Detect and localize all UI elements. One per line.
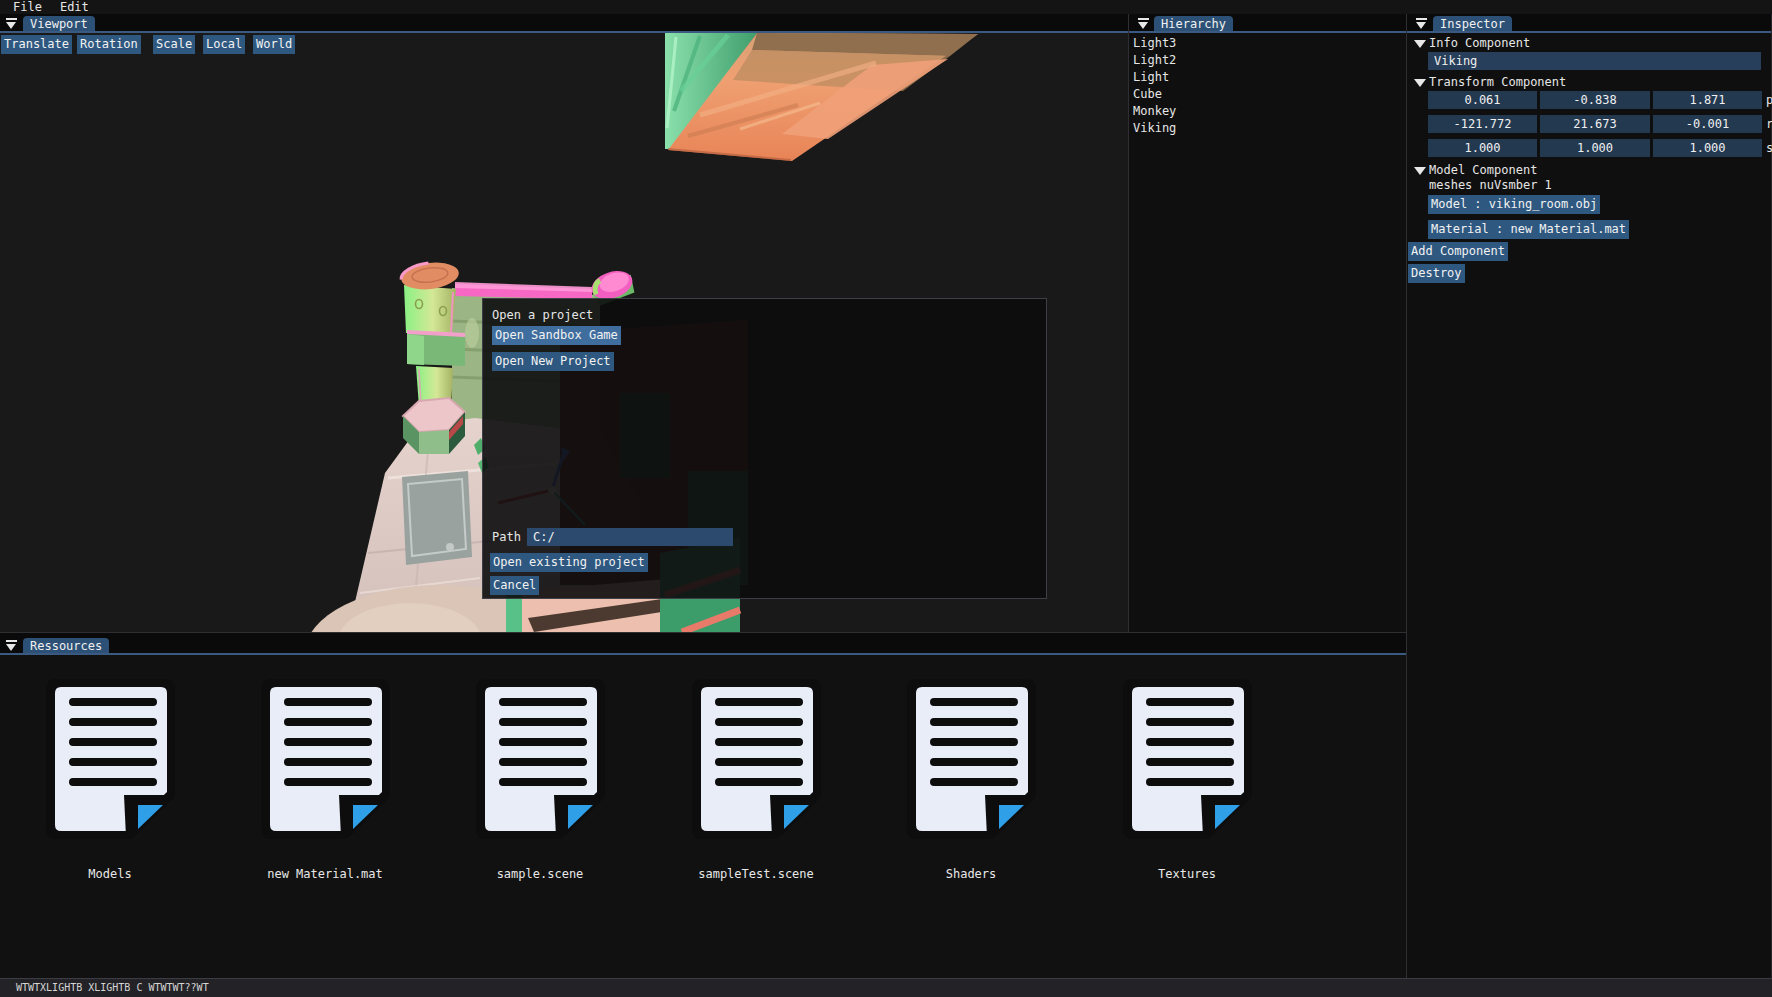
transform-r-label: r [1766,117,1772,131]
world-button[interactable]: World [253,35,295,54]
scale-button[interactable]: Scale [153,35,195,54]
open-existing-project-button[interactable]: Open existing project [490,553,648,572]
resource-label: Textures [1158,867,1216,881]
open-project-dialog: Open a project Open Sandbox Game Open Ne… [482,298,1047,599]
add-component-button[interactable]: Add Component [1408,242,1508,261]
info-component-arrow-icon[interactable] [1414,40,1426,48]
transform-s-label: s [1766,141,1772,155]
resource-label: Models [88,867,131,881]
open-sandbox-game-button[interactable]: Open Sandbox Game [492,326,621,345]
transform-pz-field[interactable]: 1.871 [1653,91,1762,109]
resource-item-textures[interactable]: Textures [1080,679,1294,889]
hierarchy-item-viking[interactable]: Viking [1133,120,1176,137]
open-new-project-button[interactable]: Open New Project [492,352,614,371]
transform-ry-field[interactable]: 21.673 [1540,115,1650,133]
hierarchy-list: Light3 Light2 Light Cube Monkey Viking [1133,35,1176,137]
resource-item-sample-scene[interactable]: sample.scene [433,679,647,889]
transform-rz-field[interactable]: -0.001 [1653,115,1762,133]
resource-item-new-material[interactable]: new Material.mat [218,679,432,889]
rotation-button[interactable]: Rotation [77,35,141,54]
path-input[interactable]: C:/ [527,528,733,546]
transform-sz-field[interactable]: 1.000 [1653,139,1762,157]
hierarchy-item-monkey[interactable]: Monkey [1133,103,1176,120]
document-icon [261,679,390,839]
status-text: WTWTXLIGHTB XLIGHTB C WTWTWT??WT [16,982,209,993]
hierarchy-item-cube[interactable]: Cube [1133,86,1176,103]
resources-tabstrip: Ressources [0,633,1406,655]
inspector-tabstrip: Inspector [1407,14,1771,33]
material-file-button[interactable]: Material : new Material.mat [1428,220,1629,239]
document-icon [1123,679,1252,839]
resource-item-models[interactable]: Models [3,679,217,889]
hierarchy-tabstrip: Hierarchy [1129,14,1406,33]
collapse-arrow-icon[interactable] [1415,18,1428,31]
meshes-count-text: meshes nuVsmber 1 [1429,178,1552,192]
resource-item-shaders[interactable]: Shaders [864,679,1078,889]
hierarchy-item-light3[interactable]: Light3 [1133,35,1176,52]
resource-label: sampleTest.scene [698,867,814,881]
hierarchy-item-light2[interactable]: Light2 [1133,52,1176,69]
resources-panel: Ressources Models [0,632,1406,978]
transform-rx-field[interactable]: -121.772 [1428,115,1537,133]
transform-py-field[interactable]: -0.838 [1540,91,1650,109]
hierarchy-item-light[interactable]: Light [1133,69,1176,86]
dialog-title: Open a project [492,308,593,322]
status-bar: WTWTXLIGHTB XLIGHTB C WTWTWT??WT [0,978,1772,997]
transform-component-header[interactable]: Transform Component [1429,75,1566,89]
translate-button[interactable]: Translate [1,35,72,54]
menu-edit[interactable]: Edit [51,0,98,14]
collapse-arrow-icon[interactable] [5,18,18,31]
document-icon [46,679,175,839]
path-label: Path [492,530,521,544]
model-component-arrow-icon[interactable] [1414,167,1426,175]
name-input[interactable]: Viking [1428,52,1761,70]
collapse-arrow-icon[interactable] [1137,18,1150,31]
cancel-button[interactable]: Cancel [490,576,539,595]
menu-bar: File Edit [0,0,1772,14]
transform-sy-field[interactable]: 1.000 [1540,139,1650,157]
collapse-arrow-icon[interactable] [5,640,18,653]
info-component-header[interactable]: Info Component [1429,36,1530,50]
transform-sx-field[interactable]: 1.000 [1428,139,1537,157]
menu-file[interactable]: File [4,0,51,14]
resource-label: new Material.mat [267,867,383,881]
transform-px-field[interactable]: 0.061 [1428,91,1537,109]
local-button[interactable]: Local [203,35,245,54]
document-icon [907,679,1036,839]
transform-component-arrow-icon[interactable] [1414,79,1426,87]
resource-label: sample.scene [497,867,584,881]
transform-p-label: p [1766,93,1772,107]
document-icon [692,679,821,839]
model-file-button[interactable]: Model : viking_room.obj [1428,195,1600,214]
viewport-tabstrip: Viewport [0,14,1128,33]
document-icon [476,679,605,839]
inspector-panel: Inspector Info Component Viking Transfor… [1406,14,1772,978]
resource-label: Shaders [946,867,997,881]
resource-item-sampletest-scene[interactable]: sampleTest.scene [649,679,863,889]
model-component-header[interactable]: Model Component [1429,163,1537,177]
destroy-button[interactable]: Destroy [1408,264,1465,283]
